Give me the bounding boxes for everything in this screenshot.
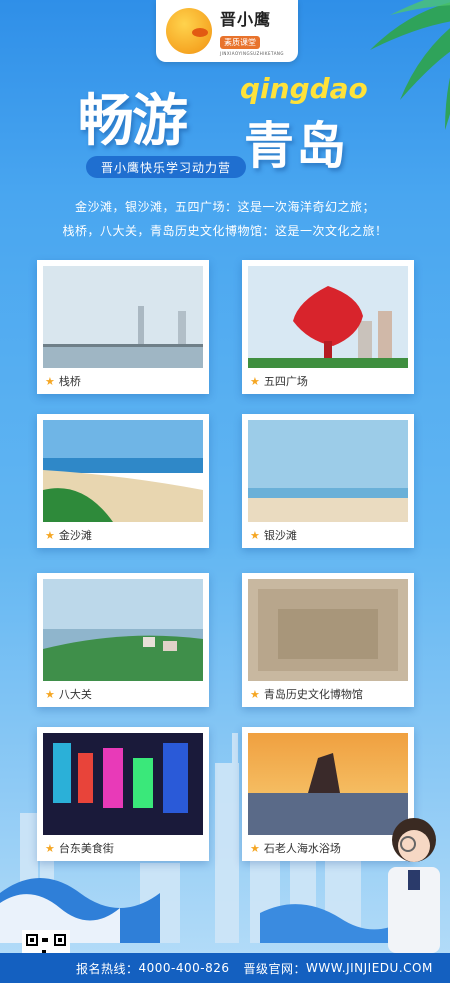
intro-line-1: 金沙滩，银沙滩，五四广场：这是一次海洋奇幻之旅； [74, 200, 375, 214]
brand-tag: 素质课堂 [220, 36, 260, 49]
website-label: 晋级官网： [243, 961, 307, 976]
duck-mascot-icon [166, 8, 212, 54]
spot-label: 台东美食街 [58, 842, 114, 855]
star-icon: ★ [250, 528, 260, 542]
spot-card-zhanqiao[interactable]: ★ 栈桥 [37, 260, 209, 394]
star-icon: ★ [45, 374, 55, 388]
spot-label: 金沙滩 [58, 529, 92, 542]
title-pinyin: qingdao [240, 72, 368, 105]
spot-photo [248, 579, 408, 681]
spot-card-badaguan[interactable]: ★ 八大关 [37, 573, 209, 707]
star-icon: ★ [250, 687, 260, 701]
spot-photo [248, 266, 408, 368]
spot-card-taidong-food-street[interactable]: ★ 台东美食街 [37, 727, 209, 861]
hotline-label: 报名热线： [76, 961, 139, 976]
star-icon: ★ [45, 687, 55, 701]
spot-card-yinshatan[interactable]: ★ 银沙滩 [242, 414, 414, 548]
brand-name: 晋小鹰 [220, 10, 272, 29]
title-main: 畅游 [78, 88, 188, 154]
spot-card-wusi-square[interactable]: ★ 五四广场 [242, 260, 414, 394]
spot-label: 石老人海水浴场 [263, 842, 341, 855]
spot-card-museum[interactable]: ★ 青岛历史文化博物馆 [242, 573, 414, 707]
star-icon: ★ [45, 841, 55, 855]
spot-label: 栈桥 [58, 375, 81, 388]
star-icon: ★ [45, 528, 55, 542]
spot-photo [43, 733, 203, 835]
spot-photo [43, 579, 203, 681]
spot-card-jinshatan[interactable]: ★ 金沙滩 [37, 414, 209, 548]
intro-line-2: 栈桥，八大关，青岛历史文化博物馆：这是一次文化之旅！ [62, 224, 388, 238]
star-icon: ★ [250, 374, 260, 388]
spot-photo [43, 420, 203, 522]
hotline-number[interactable]: 4000-400-826 [139, 961, 230, 975]
brand-pinyin: JINXIAOYINGSUZHIKETANG [220, 51, 285, 56]
spot-photo [43, 266, 203, 368]
footer-contact-bar: 报名热线： 4000-400-826 晋级官网： WWW.JINJIEDU.CO… [0, 953, 450, 983]
spot-label: 八大关 [58, 688, 92, 701]
spot-label: 青岛历史文化博物馆 [263, 688, 363, 701]
camp-subtitle: 晋小鹰快乐学习动力营 [86, 156, 246, 178]
spot-photo [248, 420, 408, 522]
title-city: 青岛 [244, 117, 348, 175]
brand-logo: 晋小鹰 素质课堂 JINXIAOYINGSUZHIKETANG [156, 0, 298, 62]
palm-leaves-decoration [370, 0, 450, 130]
star-icon: ★ [250, 841, 260, 855]
spot-label: 五四广场 [263, 375, 308, 388]
girl-with-magnifier-illustration [388, 818, 440, 953]
spot-label: 银沙滩 [263, 529, 297, 542]
website-url[interactable]: WWW.JINJIEDU.COM [306, 961, 433, 975]
